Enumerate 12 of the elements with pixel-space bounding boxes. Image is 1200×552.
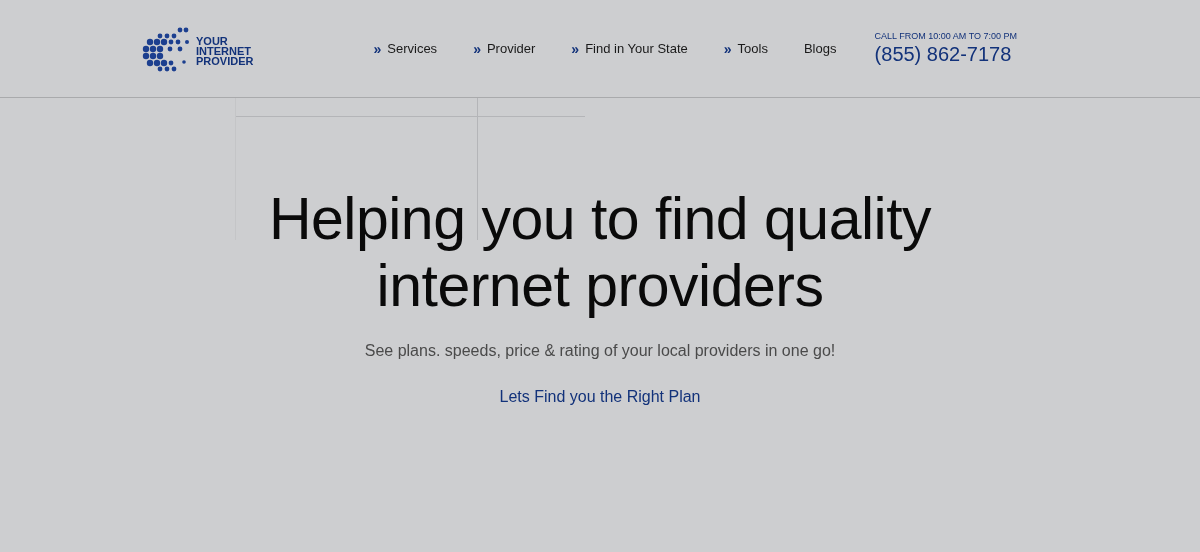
nav-link[interactable]: » Services [373,40,438,57]
nav-link[interactable]: » Provider [473,40,536,57]
hero-subtitle: See plans. speeds, price & rating of your local providers in one go! [364,342,836,360]
logo-text: YOUR INTERNET PROVIDER [196,33,254,66]
nav-link[interactable]: » Tools [723,40,768,57]
find-plan-link[interactable]: Lets Find you the Right Plan [499,388,701,406]
nav-link[interactable]: » Find in Your State [571,40,688,57]
hero-heading: Helping you to find quality internet providers [268,186,932,320]
phone-link[interactable]: (855) 862-7178 [874,43,1012,66]
nav-link[interactable]: Blogs [803,40,837,57]
logo[interactable]: YOUR INTERNET PROVIDER [140,21,254,76]
call-hours: CALL FROM 10:00 AM TO 7:00 PM [874,31,1017,41]
